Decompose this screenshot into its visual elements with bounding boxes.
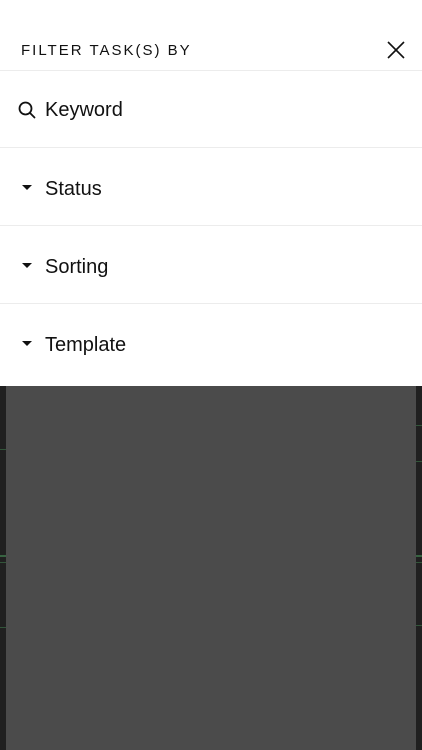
background-line: [416, 461, 422, 462]
section-template[interactable]: Template: [0, 304, 422, 386]
section-sorting[interactable]: Sorting: [0, 226, 422, 304]
background-line: [416, 562, 422, 563]
keyword-search-row[interactable]: [0, 71, 422, 148]
search-icon: [18, 101, 36, 119]
panel-header: FILTER TASK(S) BY: [0, 0, 422, 71]
caret-down-icon: [18, 257, 36, 275]
dim-overlay[interactable]: [6, 386, 416, 750]
section-status[interactable]: Status: [0, 148, 422, 226]
background-line: [416, 555, 422, 557]
caret-down-icon: [18, 335, 36, 353]
background-line: [416, 425, 422, 426]
close-button[interactable]: [384, 38, 408, 62]
section-template-label: Template: [45, 334, 127, 356]
section-status-label: Status: [45, 178, 102, 200]
filter-panel: FILTER TASK(S) BY Keyword Status Sorting…: [0, 0, 422, 386]
screen: FILTER TASK(S) BY Keyword Status Sorting…: [0, 0, 422, 750]
caret-down-icon: [18, 179, 36, 197]
panel-title: FILTER TASK(S) BY: [21, 42, 192, 59]
keyword-input[interactable]: [45, 97, 385, 123]
close-icon: [384, 38, 408, 62]
section-sorting-label: Sorting: [45, 256, 109, 278]
background-line: [416, 625, 422, 626]
